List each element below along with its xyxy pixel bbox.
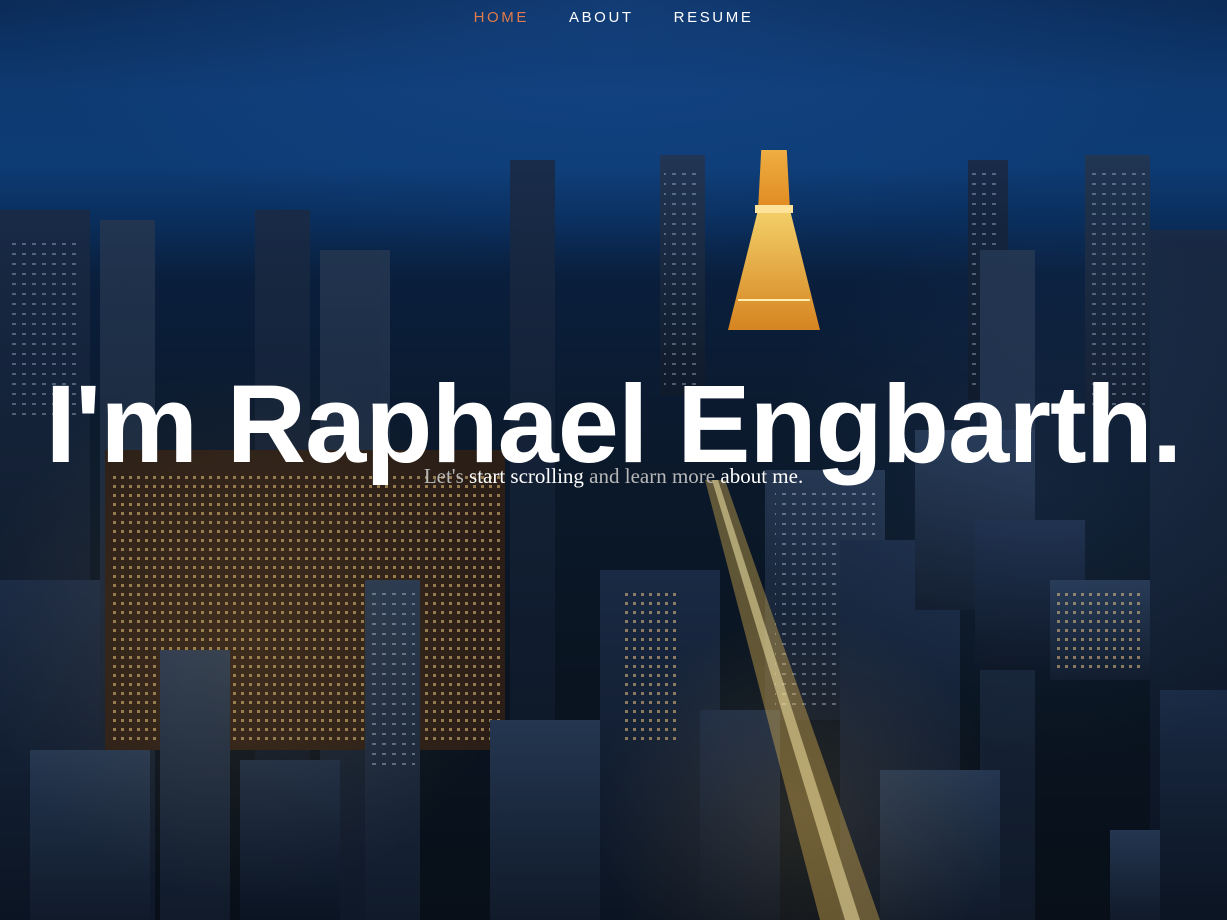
start-scrolling-link[interactable]: start scrolling [469,464,584,488]
subtitle-period: . [797,464,804,488]
city-lights-overlay [0,200,1227,920]
nav-item-about[interactable]: ABOUT [549,0,654,36]
hero-subtitle: Let's start scrolling and learn more abo… [0,461,1227,491]
nav-item-resume[interactable]: RESUME [654,0,774,36]
top-navigation: HOME ABOUT RESUME [0,0,1227,36]
about-me-link[interactable]: about me [720,464,798,488]
nav-item-home[interactable]: HOME [454,0,549,36]
subtitle-part-2: and learn more [583,464,721,488]
subtitle-part-1: Let's [423,464,470,488]
